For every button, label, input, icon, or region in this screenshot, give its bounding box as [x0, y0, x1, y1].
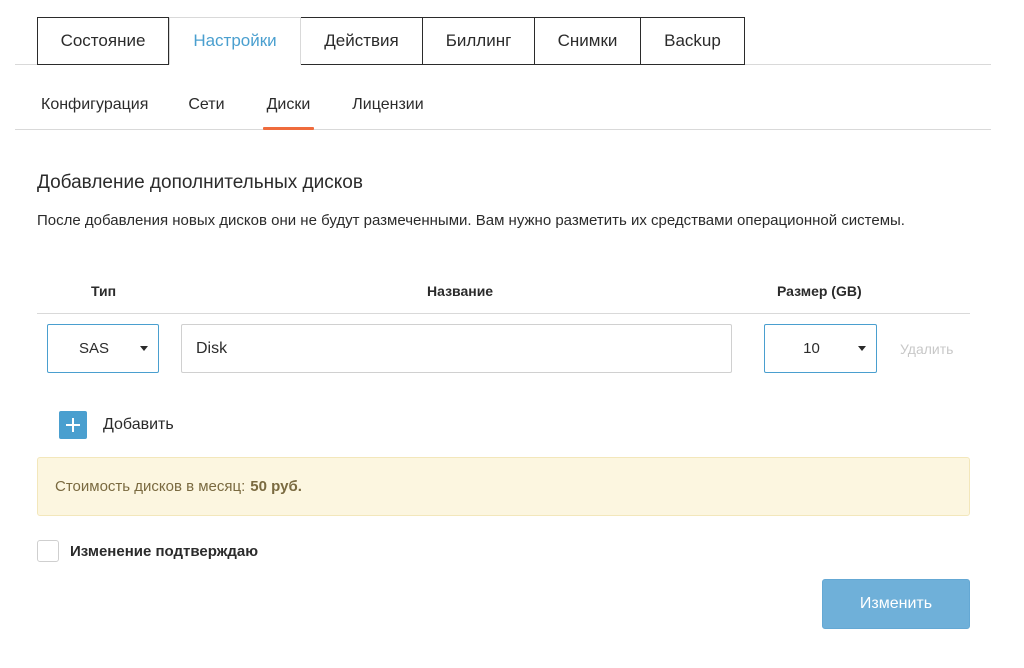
- subtab-networks[interactable]: Сети: [188, 96, 224, 130]
- section-title: Добавление дополнительных дисков: [37, 172, 363, 193]
- confirm-change[interactable]: Изменение подтверждаю: [37, 540, 258, 562]
- main-tabs: Состояние Настройки Действия Биллинг Сни…: [37, 17, 745, 65]
- submit-button[interactable]: Изменить: [822, 579, 970, 629]
- column-header-name: Название: [427, 283, 494, 299]
- delete-disk-link[interactable]: Удалить: [900, 341, 953, 357]
- tab-snapshots[interactable]: Снимки: [535, 17, 641, 65]
- disk-name-input[interactable]: [181, 324, 732, 373]
- column-header-type: Тип: [91, 283, 117, 299]
- tab-actions[interactable]: Действия: [301, 17, 423, 65]
- subtab-configuration[interactable]: Конфигурация: [41, 96, 148, 130]
- disk-type-select[interactable]: SAS: [47, 324, 159, 373]
- chevron-down-icon: [858, 346, 866, 351]
- sub-tabs: Конфигурация Сети Диски Лицензии: [41, 96, 458, 130]
- table-header-divider: [37, 313, 970, 314]
- column-header-size: Размер (GB): [777, 283, 862, 299]
- disk-type-value: SAS: [78, 340, 109, 357]
- plus-icon: [59, 411, 87, 439]
- tab-backup[interactable]: Backup: [641, 17, 745, 65]
- disk-size-select[interactable]: 10: [764, 324, 877, 373]
- section-description: После добавления новых дисков они не буд…: [37, 212, 905, 229]
- tab-settings[interactable]: Настройки: [169, 17, 301, 65]
- tab-billing[interactable]: Биллинг: [423, 17, 535, 65]
- cost-value: 50 руб.: [250, 478, 302, 495]
- chevron-down-icon: [140, 346, 148, 351]
- subtab-disks[interactable]: Диски: [262, 96, 314, 130]
- tab-status[interactable]: Состояние: [37, 17, 169, 65]
- confirm-checkbox[interactable]: [37, 540, 59, 562]
- confirm-label: Изменение подтверждаю: [70, 542, 259, 560]
- add-disk-button[interactable]: Добавить: [59, 411, 174, 439]
- add-disk-label: Добавить: [103, 416, 174, 433]
- cost-label: Стоимость дисков в месяц:: [55, 478, 246, 495]
- disk-size-value: 10: [803, 340, 820, 357]
- cost-notice: Стоимость дисков в месяц: 50 руб.: [37, 457, 970, 516]
- subtab-licenses[interactable]: Лицензии: [352, 96, 423, 130]
